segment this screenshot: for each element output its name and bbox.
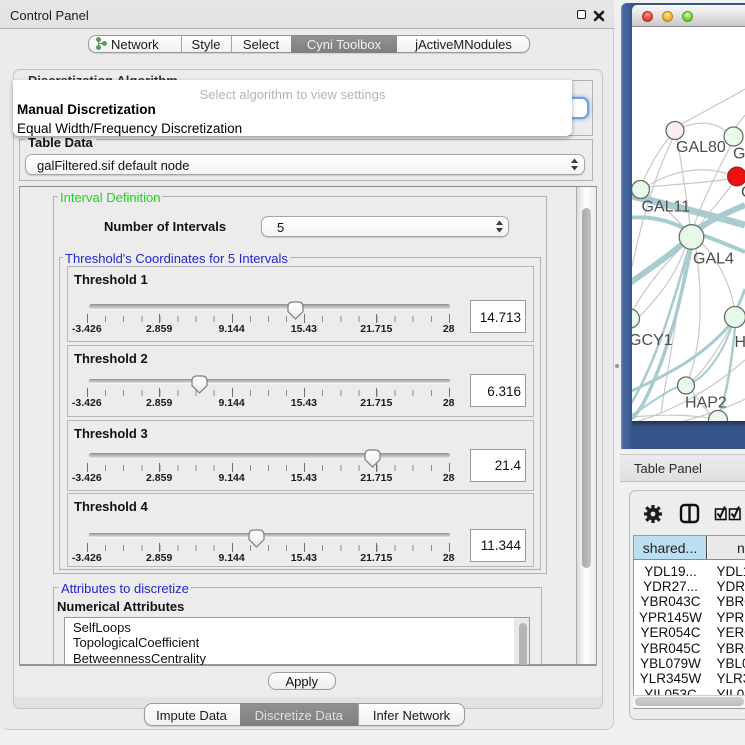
svg-text:GAL11: GAL11 (642, 199, 691, 216)
svg-text:H: H (735, 334, 745, 351)
svg-text:HAP2: HAP2 (685, 395, 727, 412)
svg-text:GAL80: GAL80 (676, 139, 726, 156)
svg-text:GCY1: GCY1 (632, 332, 673, 349)
svg-text:C: C (741, 184, 745, 201)
svg-text:GA: GA (733, 146, 745, 163)
svg-text:GAL4: GAL4 (693, 251, 734, 268)
